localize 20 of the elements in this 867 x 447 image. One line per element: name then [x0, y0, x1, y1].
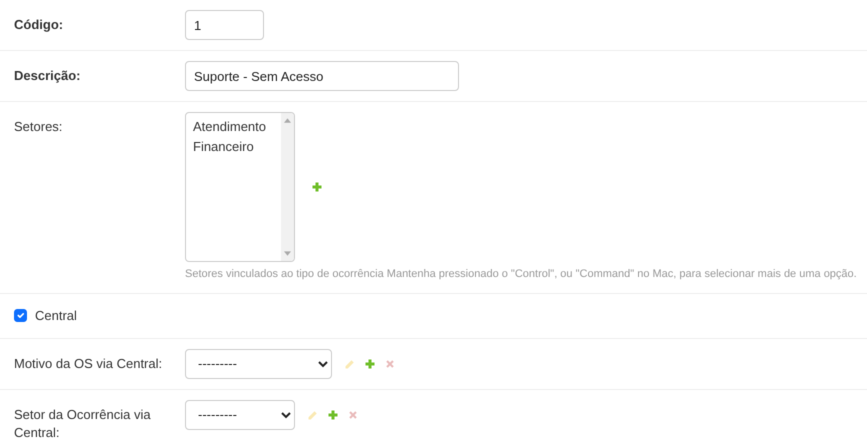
- scroll-down-icon[interactable]: [284, 251, 291, 256]
- field-label: Setores:: [14, 118, 64, 136]
- add-icon[interactable]: [364, 358, 376, 370]
- description-field[interactable]: Suporte - Sem Acesso: [185, 61, 459, 91]
- multi-select-list[interactable]: Atendimento Financeiro: [185, 112, 295, 262]
- list-option[interactable]: Atendimento: [193, 117, 274, 136]
- add-icon[interactable]: [327, 408, 339, 420]
- field-label: Setor da Ocorrência via Central:: [14, 406, 152, 442]
- dropdown-select[interactable]: ---------: [185, 400, 295, 430]
- field-label: Motivo da OS via Central:: [14, 354, 164, 372]
- field-label: Descrição:: [14, 67, 82, 85]
- code-field[interactable]: 1: [185, 10, 264, 40]
- scroll-up-icon[interactable]: [284, 118, 291, 123]
- central-checkbox[interactable]: [14, 309, 27, 322]
- dropdown-select[interactable]: ---------: [185, 348, 332, 378]
- add-icon[interactable]: [311, 181, 323, 193]
- help-text: Setores vinculados ao tipo de ocorrência Mantenha pressionado o "Control", ou "Command" no Mac, para selecionar mais de uma opção.: [185, 267, 857, 282]
- checkbox-label: Central: [35, 306, 77, 325]
- field-label: Código:: [14, 16, 64, 34]
- list-option[interactable]: Financeiro: [193, 136, 274, 156]
